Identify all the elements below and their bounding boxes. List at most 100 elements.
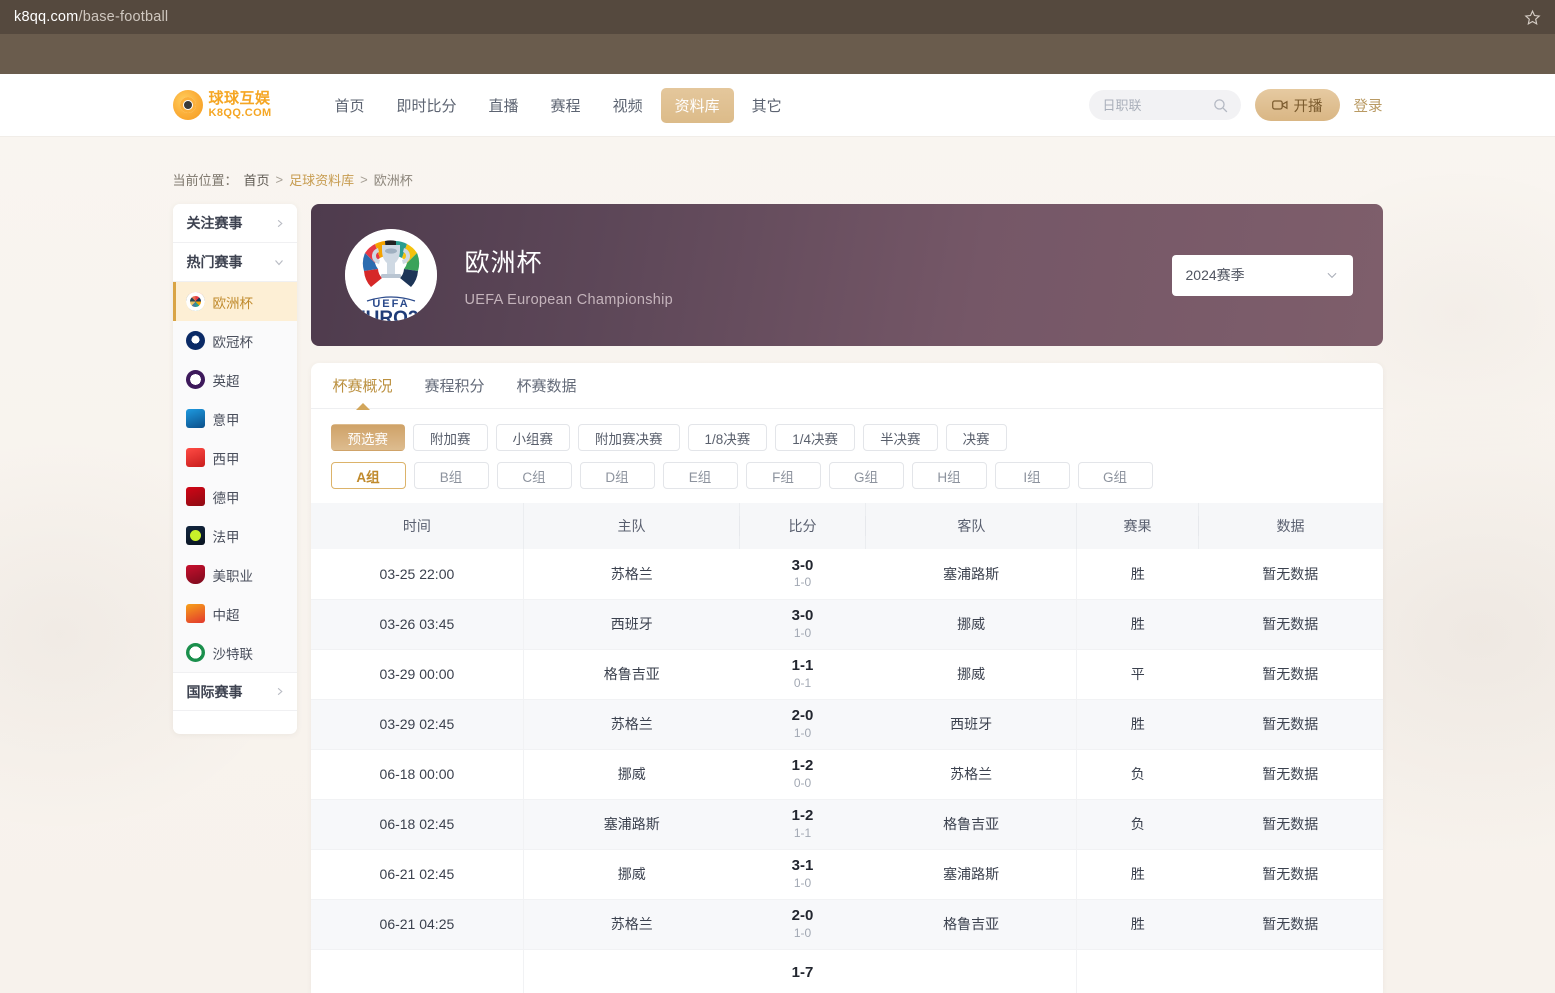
cell-away-team[interactable]: 格鲁吉亚: [866, 899, 1077, 949]
cell-home-team[interactable]: [524, 949, 739, 993]
star-icon[interactable]: [1521, 6, 1543, 28]
cell-away-team[interactable]: 苏格兰: [866, 749, 1077, 799]
sidebar-item-csl[interactable]: 中超: [173, 594, 297, 633]
round-filter-playoff-final[interactable]: 附加赛决赛: [578, 424, 680, 451]
round-filter-group-stage[interactable]: 小组赛: [496, 424, 571, 451]
sidebar-group-hot[interactable]: 热门赛事: [173, 243, 297, 282]
group-filter-f[interactable]: F组: [746, 462, 821, 489]
round-filter-round-of-16[interactable]: 1/8决赛: [688, 424, 768, 451]
competition-title: 欧洲杯: [465, 243, 674, 279]
sidebar-item-saudi[interactable]: 沙特联: [173, 633, 297, 672]
column-header-score[interactable]: 比分: [739, 503, 865, 549]
search-box[interactable]: [1089, 90, 1241, 120]
group-filter-e[interactable]: E组: [663, 462, 738, 489]
cell-data[interactable]: 暂无数据: [1198, 699, 1382, 749]
cell-away-team[interactable]: 塞浦路斯: [866, 549, 1077, 599]
table-row[interactable]: 03-26 03:45西班牙3-01-0挪威胜暂无数据: [311, 599, 1383, 649]
group-filter-d[interactable]: D组: [580, 462, 655, 489]
cell-home-team[interactable]: 苏格兰: [524, 549, 739, 599]
cell-home-team[interactable]: 西班牙: [524, 599, 739, 649]
cell-home-team[interactable]: 挪威: [524, 849, 739, 899]
column-header-away[interactable]: 客队: [866, 503, 1077, 549]
table-row[interactable]: 06-18 02:45塞浦路斯1-21-1格鲁吉亚负暂无数据: [311, 799, 1383, 849]
breadcrumb-home[interactable]: 首页: [244, 170, 270, 189]
group-filter-c[interactable]: C组: [497, 462, 572, 489]
cell-away-team[interactable]: [866, 949, 1077, 993]
sidebar-item-mls[interactable]: 美职业: [173, 555, 297, 594]
sidebar-item-seriea[interactable]: 意甲: [173, 399, 297, 438]
url-domain: k8qq.com: [14, 9, 78, 25]
round-filter-semi-final[interactable]: 半决赛: [863, 424, 938, 451]
round-filter-quarter-final[interactable]: 1/4决赛: [775, 424, 855, 451]
table-row[interactable]: 06-21 04:25苏格兰2-01-0格鲁吉亚胜暂无数据: [311, 899, 1383, 949]
cell-data[interactable]: [1198, 949, 1382, 993]
tab-stats[interactable]: 杯赛数据: [517, 363, 577, 409]
score-halftime: 1-0: [740, 576, 864, 590]
breadcrumb-section[interactable]: 足球资料库: [289, 170, 354, 189]
table-row[interactable]: 06-21 02:45挪威3-11-0塞浦路斯胜暂无数据: [311, 849, 1383, 899]
group-filter-b[interactable]: B组: [414, 462, 489, 489]
browser-url-bar[interactable]: k8qq.com/base-football: [0, 0, 1555, 34]
cell-home-team[interactable]: 苏格兰: [524, 899, 739, 949]
group-filter-g[interactable]: G组: [829, 462, 904, 489]
sidebar-item-ligue1[interactable]: 法甲: [173, 516, 297, 555]
start-live-button[interactable]: 开播: [1255, 89, 1340, 121]
round-filter-playoff[interactable]: 附加赛: [413, 424, 488, 451]
cell-away-team[interactable]: 挪威: [866, 599, 1077, 649]
cell-data[interactable]: 暂无数据: [1198, 849, 1382, 899]
column-header-result[interactable]: 赛果: [1077, 503, 1198, 549]
cell-data[interactable]: 暂无数据: [1198, 599, 1382, 649]
cell-data[interactable]: 暂无数据: [1198, 749, 1382, 799]
cell-away-team[interactable]: 格鲁吉亚: [866, 799, 1077, 849]
group-filter-h[interactable]: H组: [912, 462, 987, 489]
matches-table-body: 03-25 22:00苏格兰3-01-0塞浦路斯胜暂无数据03-26 03:45…: [311, 549, 1383, 993]
sidebar-item-bundesliga[interactable]: 德甲: [173, 477, 297, 516]
sidebar-group-followed[interactable]: 关注赛事: [173, 204, 297, 243]
table-row[interactable]: 03-29 00:00格鲁吉亚1-10-1挪威平暂无数据: [311, 649, 1383, 699]
search-input[interactable]: [1101, 97, 1211, 114]
group-filter-i[interactable]: I组: [995, 462, 1070, 489]
nav-item-livescore[interactable]: 即时比分: [383, 88, 471, 123]
table-row[interactable]: 03-29 02:45苏格兰2-01-0西班牙胜暂无数据: [311, 699, 1383, 749]
cell-data[interactable]: 暂无数据: [1198, 549, 1382, 599]
nav-item-video[interactable]: 视频: [599, 88, 657, 123]
login-link[interactable]: 登录: [1354, 95, 1383, 116]
site-logo[interactable]: 球球互娱 K8QQ.COM: [173, 90, 293, 120]
cell-data[interactable]: 暂无数据: [1198, 899, 1382, 949]
table-row[interactable]: 06-18 00:00挪威1-20-0苏格兰负暂无数据: [311, 749, 1383, 799]
group-filter-a[interactable]: A组: [331, 462, 406, 489]
cell-home-team[interactable]: 苏格兰: [524, 699, 739, 749]
table-row[interactable]: 1-7: [311, 949, 1383, 993]
nav-item-home[interactable]: 首页: [321, 88, 379, 123]
group-filter-g2[interactable]: G组: [1078, 462, 1153, 489]
cell-away-team[interactable]: 挪威: [866, 649, 1077, 699]
sidebar-group-international[interactable]: 国际赛事: [173, 672, 297, 711]
nav-item-live[interactable]: 直播: [475, 88, 533, 123]
cell-data[interactable]: 暂无数据: [1198, 799, 1382, 849]
column-header-home[interactable]: 主队: [524, 503, 739, 549]
cell-score: 1-20-0: [739, 749, 865, 799]
nav-item-schedule[interactable]: 赛程: [537, 88, 595, 123]
cell-home-team[interactable]: 挪威: [524, 749, 739, 799]
tab-overview[interactable]: 杯赛概况: [333, 363, 393, 409]
cell-away-team[interactable]: 塞浦路斯: [866, 849, 1077, 899]
round-filter-qualifiers[interactable]: 预选赛: [331, 424, 406, 451]
search-icon[interactable]: [1212, 97, 1229, 114]
round-filter-final[interactable]: 决赛: [946, 424, 1007, 451]
cell-data[interactable]: 暂无数据: [1198, 649, 1382, 699]
sidebar-item-laliga[interactable]: 西甲: [173, 438, 297, 477]
sidebar-item-epl[interactable]: 英超: [173, 360, 297, 399]
nav-item-other[interactable]: 其它: [738, 88, 796, 123]
sidebar-item-euro[interactable]: 欧洲杯: [173, 282, 297, 321]
nav-item-database[interactable]: 资料库: [661, 88, 734, 123]
tab-standings[interactable]: 赛程积分: [425, 363, 485, 409]
season-select[interactable]: 2024赛季: [1172, 255, 1353, 296]
column-header-time[interactable]: 时间: [311, 503, 524, 549]
column-header-data[interactable]: 数据: [1198, 503, 1382, 549]
sidebar-group-partial[interactable]: ​: [173, 711, 297, 733]
sidebar-item-ucl[interactable]: 欧冠杯: [173, 321, 297, 360]
table-row[interactable]: 03-25 22:00苏格兰3-01-0塞浦路斯胜暂无数据: [311, 549, 1383, 599]
cell-home-team[interactable]: 格鲁吉亚: [524, 649, 739, 699]
cell-away-team[interactable]: 西班牙: [866, 699, 1077, 749]
cell-home-team[interactable]: 塞浦路斯: [524, 799, 739, 849]
